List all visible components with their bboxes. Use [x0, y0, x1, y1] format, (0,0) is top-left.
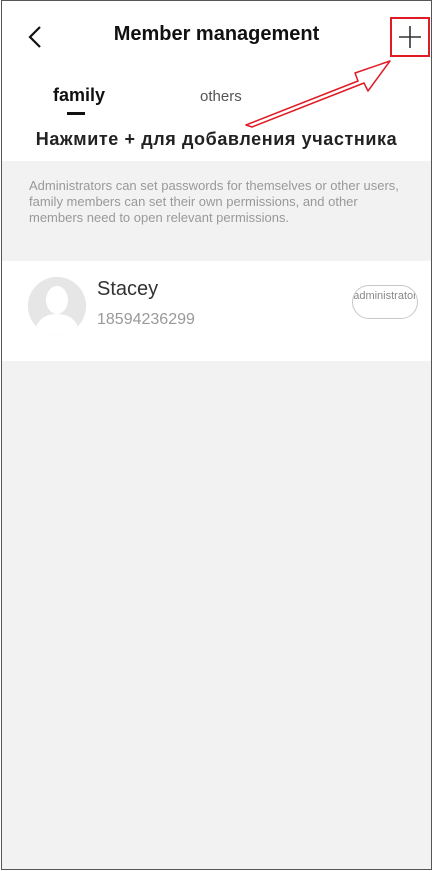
tab-others[interactable]: others: [200, 88, 242, 105]
tab-family[interactable]: family: [53, 85, 105, 106]
member-list-item[interactable]: Stacey 18594236299 administrator: [2, 261, 431, 361]
instruction-text: Нажмите + для добавления участника: [35, 129, 398, 149]
active-tab-indicator: [67, 112, 85, 115]
permissions-note: Administrators can set passwords for the…: [29, 178, 399, 225]
avatar: [28, 277, 86, 335]
page-title: Member management: [113, 23, 320, 45]
plus-icon: [399, 26, 421, 48]
role-badge: administrator: [352, 285, 418, 319]
person-placeholder-icon: [28, 277, 86, 335]
member-phone: 18594236299: [97, 311, 195, 328]
add-member-button[interactable]: [390, 17, 430, 57]
member-name: Stacey: [97, 278, 159, 300]
tab-bar: family others: [2, 85, 431, 125]
app-screen: Member management family others Нажмите …: [1, 0, 432, 870]
